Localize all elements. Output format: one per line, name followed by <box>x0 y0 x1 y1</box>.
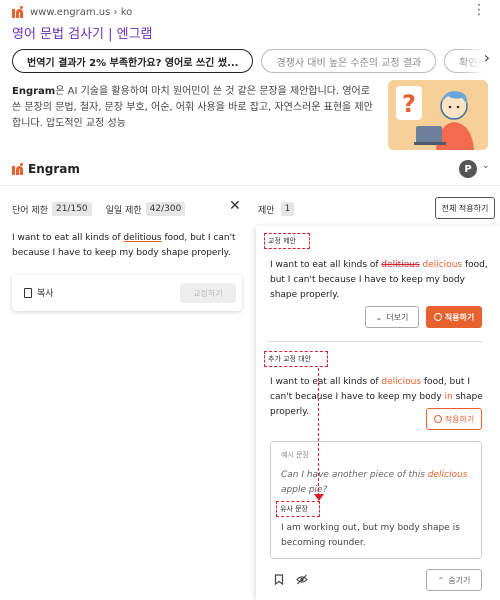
annotation-arrow <box>318 368 319 496</box>
close-icon[interactable]: ✕ <box>229 198 241 214</box>
search-result: www.engram.us › ko ⋮ 영어 문법 검사기 | 엔그램 번역기… <box>0 0 500 152</box>
copy-icon <box>24 287 32 298</box>
input-text[interactable]: I want to eat all kinds of delitious foo… <box>12 231 238 261</box>
suggestions-header: 제안 1 <box>258 202 295 216</box>
result-url[interactable]: www.engram.us › ko <box>12 6 132 18</box>
struck-word: delitious <box>381 260 420 270</box>
error-word[interactable]: delitious <box>123 233 161 243</box>
suggestions-count-badge: 1 <box>280 202 295 216</box>
copy-label: 복사 <box>37 289 54 299</box>
engram-logo[interactable]: Engram <box>12 162 80 176</box>
description-brand: Engram <box>12 86 56 97</box>
similar-sentence: I am working out, but my body shape is b… <box>281 523 460 548</box>
apply-button[interactable]: 적용하기 <box>426 306 482 328</box>
alternative-tag: 추가 교정 대안 <box>264 351 328 367</box>
suggestions-label: 제안 <box>258 205 275 216</box>
alt-apply-button[interactable]: 적용하기 <box>426 408 482 430</box>
more-label: 더보기 <box>386 312 409 322</box>
correction-part: I want to eat all kinds of <box>270 260 382 270</box>
similar-sentence-tag: 유사 문장 <box>276 501 320 517</box>
avatar[interactable]: P <box>459 160 477 178</box>
card-footer-icons <box>274 574 308 588</box>
apply-all-button[interactable]: 전체 적용하기 <box>435 197 495 219</box>
usage-limits: 단어 제한 21/150 일일 제한 42/300 <box>12 202 186 216</box>
description-text: 은 AI 기술을 활용하여 마치 원어민이 쓴 것 같은 문장을 제안합니다. … <box>12 86 373 129</box>
example-sentence: Can I have another piece of this delicio… <box>281 468 476 498</box>
check-circle-icon <box>433 415 442 423</box>
more-options-icon[interactable]: ⋮ <box>472 2 486 18</box>
result-thumbnail[interactable]: ? <box>388 80 488 150</box>
example-part: Can I have another piece of this <box>281 470 428 480</box>
alt-apply-label: 적용하기 <box>444 414 475 424</box>
result-title[interactable]: 영어 문법 검사기 | 엔그램 <box>12 23 153 42</box>
hide-label: 숨기기 <box>448 575 471 585</box>
brand-name: Engram <box>28 162 80 176</box>
example-label: 예시 문장 <box>281 451 309 459</box>
annotation-arrow-head <box>314 494 324 501</box>
alt-fixed-word: delicious <box>381 377 422 387</box>
more-button[interactable]: ⌄ 더보기 <box>365 306 419 328</box>
engram-favicon-icon <box>12 6 24 18</box>
chevron-down-icon[interactable]: ⌄ <box>482 161 490 171</box>
input-actions: 복사 교정하기 <box>12 275 242 311</box>
chevron-up-icon: ⌃ <box>437 575 445 585</box>
divider <box>268 341 482 342</box>
bookmark-icon[interactable] <box>274 574 284 588</box>
daily-limit-badge: 42/300 <box>145 202 186 216</box>
sitelink-chip-1[interactable]: 번역기 결과가 2% 부족한가요? 영어로 쓰긴 썼... <box>12 49 254 73</box>
check-button[interactable]: 교정하기 <box>180 283 236 303</box>
alt-inserted-word: in <box>444 392 453 402</box>
input-text-part: I want to eat all kinds of <box>12 233 124 243</box>
correction-text: I want to eat all kinds of delitious del… <box>270 258 490 303</box>
svg-text:?: ? <box>402 90 416 118</box>
apply-label: 적용하기 <box>444 312 475 322</box>
correction-tag: 교정 제안 <box>264 233 310 249</box>
hide-button[interactable]: ⌃ 숨기기 <box>426 569 482 591</box>
word-limit-badge: 21/150 <box>51 202 92 216</box>
sitelink-chip-2[interactable]: 경쟁사 대비 높은 수준의 교정 결과 <box>261 49 437 73</box>
chevron-right-icon[interactable]: › <box>484 48 490 67</box>
result-url-text[interactable]: www.engram.us › ko <box>30 7 132 18</box>
fixed-word: delicious <box>422 260 463 270</box>
sitelink-chips: 번역기 결과가 2% 부족한가요? 영어로 쓰긴 썼... 경쟁사 대비 높은 … <box>12 49 500 73</box>
copy-button[interactable]: 복사 <box>24 286 54 299</box>
app-header: Engram P ⌄ <box>0 158 500 186</box>
engram-logo-icon <box>12 163 24 175</box>
check-circle-icon <box>433 313 442 321</box>
daily-limit-label: 일일 제한 <box>105 205 142 216</box>
word-limit-label: 단어 제한 <box>12 205 48 216</box>
eye-off-icon[interactable] <box>296 574 308 588</box>
alt-part: I want to eat all kinds of <box>270 377 382 387</box>
result-description: Engram은 AI 기술을 활용하여 마치 원어민이 쓴 것 같은 문장을 제… <box>12 84 378 132</box>
example-word: delicious <box>427 470 468 480</box>
chevron-down-icon: ⌄ <box>375 312 383 322</box>
